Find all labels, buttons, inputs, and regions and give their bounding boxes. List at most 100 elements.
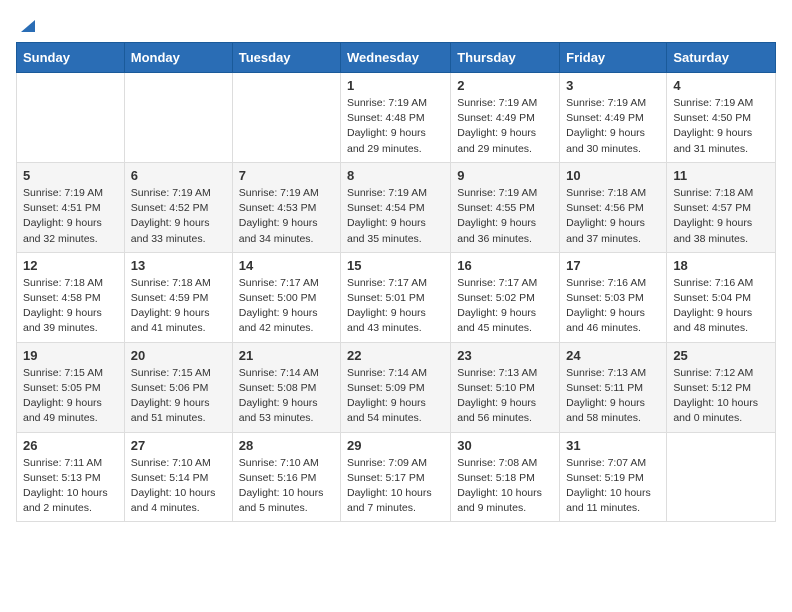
day-number: 9 <box>457 168 553 183</box>
day-number: 2 <box>457 78 553 93</box>
day-number: 28 <box>239 438 334 453</box>
day-number: 24 <box>566 348 660 363</box>
calendar-week-5: 26 Sunrise: 7:11 AM Sunset: 5:13 PM Dayli… <box>17 432 776 522</box>
day-number: 31 <box>566 438 660 453</box>
calendar-cell: 31 Sunrise: 7:07 AM Sunset: 5:19 PM Dayli… <box>560 432 667 522</box>
day-info: Sunrise: 7:09 AM Sunset: 5:17 PM Dayligh… <box>347 456 444 517</box>
calendar-cell: 20 Sunrise: 7:15 AM Sunset: 5:06 PM Dayli… <box>124 342 232 432</box>
weekday-header-saturday: Saturday <box>667 43 776 73</box>
page-header <box>16 16 776 30</box>
calendar-cell: 4 Sunrise: 7:19 AM Sunset: 4:50 PM Daylig… <box>667 73 776 163</box>
calendar-cell <box>124 73 232 163</box>
calendar-cell: 8Sunrise: 7:19 AM Sunset: 4:54 PM Daylig… <box>341 162 451 252</box>
day-info: Sunrise: 7:16 AM Sunset: 5:04 PM Dayligh… <box>673 276 769 337</box>
calendar-cell: 1Sunrise: 7:19 AM Sunset: 4:48 PM Daylig… <box>341 73 451 163</box>
calendar-cell: 3 Sunrise: 7:19 AM Sunset: 4:49 PM Daylig… <box>560 73 667 163</box>
day-number: 11 <box>673 168 769 183</box>
calendar-week-1: 1Sunrise: 7:19 AM Sunset: 4:48 PM Daylig… <box>17 73 776 163</box>
logo-triangle-icon <box>17 16 35 34</box>
calendar-cell: 22 Sunrise: 7:14 AM Sunset: 5:09 PM Dayli… <box>341 342 451 432</box>
day-info: Sunrise: 7:19 AM Sunset: 4:49 PM Dayligh… <box>566 96 660 157</box>
day-number: 21 <box>239 348 334 363</box>
day-info: Sunrise: 7:10 AM Sunset: 5:16 PM Dayligh… <box>239 456 334 517</box>
day-info: Sunrise: 7:15 AM Sunset: 5:05 PM Dayligh… <box>23 366 118 427</box>
day-number: 1 <box>347 78 444 93</box>
calendar-cell: 21Sunrise: 7:14 AM Sunset: 5:08 PM Dayli… <box>232 342 340 432</box>
calendar-cell: 26 Sunrise: 7:11 AM Sunset: 5:13 PM Dayli… <box>17 432 125 522</box>
day-number: 15 <box>347 258 444 273</box>
day-number: 10 <box>566 168 660 183</box>
day-number: 30 <box>457 438 553 453</box>
calendar-body: 1Sunrise: 7:19 AM Sunset: 4:48 PM Daylig… <box>17 73 776 522</box>
day-info: Sunrise: 7:16 AM Sunset: 5:03 PM Dayligh… <box>566 276 660 337</box>
day-info: Sunrise: 7:17 AM Sunset: 5:00 PM Dayligh… <box>239 276 334 337</box>
calendar-table: SundayMondayTuesdayWednesdayThursdayFrid… <box>16 42 776 522</box>
day-number: 4 <box>673 78 769 93</box>
day-number: 13 <box>131 258 226 273</box>
calendar-cell: 13 Sunrise: 7:18 AM Sunset: 4:59 PM Dayli… <box>124 252 232 342</box>
day-info: Sunrise: 7:18 AM Sunset: 4:59 PM Dayligh… <box>131 276 226 337</box>
day-info: Sunrise: 7:12 AM Sunset: 5:12 PM Dayligh… <box>673 366 769 427</box>
day-info: Sunrise: 7:19 AM Sunset: 4:53 PM Dayligh… <box>239 186 334 247</box>
weekday-header-tuesday: Tuesday <box>232 43 340 73</box>
day-info: Sunrise: 7:19 AM Sunset: 4:55 PM Dayligh… <box>457 186 553 247</box>
day-number: 17 <box>566 258 660 273</box>
day-info: Sunrise: 7:19 AM Sunset: 4:52 PM Dayligh… <box>131 186 226 247</box>
day-number: 27 <box>131 438 226 453</box>
calendar-cell: 24 Sunrise: 7:13 AM Sunset: 5:11 PM Dayli… <box>560 342 667 432</box>
day-info: Sunrise: 7:19 AM Sunset: 4:54 PM Dayligh… <box>347 186 444 247</box>
calendar-header: SundayMondayTuesdayWednesdayThursdayFrid… <box>17 43 776 73</box>
day-number: 22 <box>347 348 444 363</box>
day-number: 20 <box>131 348 226 363</box>
day-info: Sunrise: 7:19 AM Sunset: 4:49 PM Dayligh… <box>457 96 553 157</box>
day-number: 12 <box>23 258 118 273</box>
calendar-cell: 12Sunrise: 7:18 AM Sunset: 4:58 PM Dayli… <box>17 252 125 342</box>
day-number: 25 <box>673 348 769 363</box>
calendar-cell: 2 Sunrise: 7:19 AM Sunset: 4:49 PM Daylig… <box>451 73 560 163</box>
calendar-cell: 17 Sunrise: 7:16 AM Sunset: 5:03 PM Dayli… <box>560 252 667 342</box>
calendar-cell <box>17 73 125 163</box>
calendar-cell: 28 Sunrise: 7:10 AM Sunset: 5:16 PM Dayli… <box>232 432 340 522</box>
day-number: 6 <box>131 168 226 183</box>
day-number: 5 <box>23 168 118 183</box>
calendar-cell: 30Sunrise: 7:08 AM Sunset: 5:18 PM Dayli… <box>451 432 560 522</box>
day-info: Sunrise: 7:13 AM Sunset: 5:10 PM Dayligh… <box>457 366 553 427</box>
calendar-cell: 14 Sunrise: 7:17 AM Sunset: 5:00 PM Dayli… <box>232 252 340 342</box>
day-number: 23 <box>457 348 553 363</box>
calendar-cell: 27Sunrise: 7:10 AM Sunset: 5:14 PM Dayli… <box>124 432 232 522</box>
calendar-cell: 11Sunrise: 7:18 AM Sunset: 4:57 PM Dayli… <box>667 162 776 252</box>
day-info: Sunrise: 7:11 AM Sunset: 5:13 PM Dayligh… <box>23 456 118 517</box>
calendar-week-4: 19 Sunrise: 7:15 AM Sunset: 5:05 PM Dayli… <box>17 342 776 432</box>
day-info: Sunrise: 7:19 AM Sunset: 4:51 PM Dayligh… <box>23 186 118 247</box>
day-info: Sunrise: 7:19 AM Sunset: 4:50 PM Dayligh… <box>673 96 769 157</box>
calendar-cell: 10Sunrise: 7:18 AM Sunset: 4:56 PM Dayli… <box>560 162 667 252</box>
calendar-cell: 23 Sunrise: 7:13 AM Sunset: 5:10 PM Dayli… <box>451 342 560 432</box>
calendar-cell: 16 Sunrise: 7:17 AM Sunset: 5:02 PM Dayli… <box>451 252 560 342</box>
calendar-cell: 25 Sunrise: 7:12 AM Sunset: 5:12 PM Dayli… <box>667 342 776 432</box>
calendar-cell: 5 Sunrise: 7:19 AM Sunset: 4:51 PM Daylig… <box>17 162 125 252</box>
weekday-header-row: SundayMondayTuesdayWednesdayThursdayFrid… <box>17 43 776 73</box>
day-info: Sunrise: 7:15 AM Sunset: 5:06 PM Dayligh… <box>131 366 226 427</box>
weekday-header-thursday: Thursday <box>451 43 560 73</box>
calendar-cell: 29Sunrise: 7:09 AM Sunset: 5:17 PM Dayli… <box>341 432 451 522</box>
calendar-week-2: 5 Sunrise: 7:19 AM Sunset: 4:51 PM Daylig… <box>17 162 776 252</box>
day-number: 19 <box>23 348 118 363</box>
weekday-header-sunday: Sunday <box>17 43 125 73</box>
day-info: Sunrise: 7:14 AM Sunset: 5:09 PM Dayligh… <box>347 366 444 427</box>
calendar-cell <box>667 432 776 522</box>
weekday-header-wednesday: Wednesday <box>341 43 451 73</box>
day-number: 16 <box>457 258 553 273</box>
day-number: 7 <box>239 168 334 183</box>
day-number: 3 <box>566 78 660 93</box>
day-info: Sunrise: 7:07 AM Sunset: 5:19 PM Dayligh… <box>566 456 660 517</box>
calendar-cell: 15Sunrise: 7:17 AM Sunset: 5:01 PM Dayli… <box>341 252 451 342</box>
day-number: 14 <box>239 258 334 273</box>
weekday-header-monday: Monday <box>124 43 232 73</box>
calendar-week-3: 12Sunrise: 7:18 AM Sunset: 4:58 PM Dayli… <box>17 252 776 342</box>
day-number: 18 <box>673 258 769 273</box>
day-number: 26 <box>23 438 118 453</box>
weekday-header-friday: Friday <box>560 43 667 73</box>
day-info: Sunrise: 7:13 AM Sunset: 5:11 PM Dayligh… <box>566 366 660 427</box>
calendar-cell: 6 Sunrise: 7:19 AM Sunset: 4:52 PM Daylig… <box>124 162 232 252</box>
day-info: Sunrise: 7:17 AM Sunset: 5:02 PM Dayligh… <box>457 276 553 337</box>
